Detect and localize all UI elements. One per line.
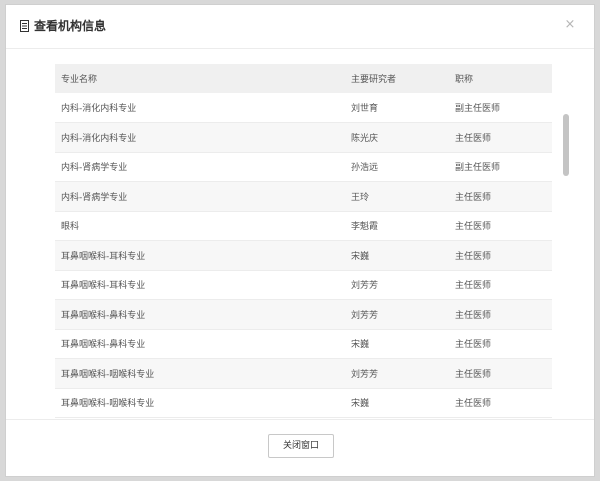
- close-window-button[interactable]: 关闭窗口: [268, 434, 334, 458]
- table-header: 专业名称 主要研究者 职称: [55, 64, 552, 93]
- title-cell: 主任医师: [455, 310, 492, 321]
- major-cell: 耳鼻咽喉科-耳科专业: [61, 281, 146, 292]
- researcher-cell: 刘世育: [351, 104, 379, 114]
- major-cell: 耳鼻咽喉科-鼻科专业: [61, 340, 146, 351]
- title-cell: 主任医师: [455, 192, 492, 203]
- title-cell: 副主任医师: [455, 163, 501, 174]
- major-cell: 耳鼻咽喉科-咽喉科专业: [61, 399, 155, 410]
- table-row: 耳鼻咽喉科-咽喉科专业 刘芳芳 主任医师: [55, 358, 552, 388]
- table-row: 耳鼻咽喉科-咽喉科专业 宋巍 主任医师: [55, 388, 552, 418]
- dialog-footer: 关闭窗口: [6, 419, 594, 477]
- title-cell: 主任医师: [455, 251, 492, 262]
- document-icon: [20, 20, 29, 32]
- table-row: 耳鼻咽喉科-鼻科专业 宋巍 主任医师: [55, 329, 552, 359]
- researcher-cell: 李魁霞: [351, 222, 379, 233]
- title-cell: 主任医师: [455, 133, 492, 144]
- title-cell: 主任医师: [455, 281, 492, 292]
- major-cell: 内科-消化内科专业: [61, 133, 137, 144]
- title-cell: 主任医师: [455, 222, 492, 233]
- major-cell: 耳鼻咽喉科-耳科专业: [61, 251, 146, 262]
- institution-table: 专业名称 主要研究者 职称 内科-消化内科专业 刘世育 副主任医师 内科-消化内科专业…: [55, 64, 552, 418]
- researcher-cell: 王玲: [351, 192, 370, 203]
- column-header-title: 职称: [455, 75, 474, 85]
- column-header-major: 专业名称: [61, 75, 98, 85]
- table-row: 内科-消化内科专业 陈光庆 主任医师: [55, 122, 552, 152]
- major-cell: 耳鼻咽喉科-鼻科专业: [61, 310, 146, 321]
- table-scrollbar[interactable]: [562, 64, 570, 420]
- institution-table-container[interactable]: 专业名称 主要研究者 职称 内科-消化内科专业 刘世育 副主任医师 内科-消化内科专业…: [55, 64, 552, 420]
- table-row: 耳鼻咽喉科-鼻科专业 刘芳芳 主任医师: [55, 299, 552, 329]
- dialog-header: 查看机构信息 ×: [6, 5, 594, 49]
- major-cell: 内科-消化内科专业: [61, 104, 137, 114]
- title-cell: 主任医师: [455, 369, 492, 380]
- major-cell: 耳鼻咽喉科-咽喉科专业: [61, 369, 155, 380]
- view-institution-dialog: 查看机构信息 × 专业名称 主要研究者 职称 内科-消化内科专业 刘世育 副主任医师…: [5, 4, 595, 477]
- title-cell: 主任医师: [455, 399, 492, 410]
- table-row: 内科-肾病学专业 孙浩远 副主任医师: [55, 152, 552, 182]
- major-cell: 眼科: [61, 222, 80, 233]
- column-header-researcher: 主要研究者: [351, 75, 397, 85]
- dialog-title: 查看机构信息: [34, 19, 107, 33]
- table-row: 耳鼻咽喉科-耳科专业 宋巍 主任医师: [55, 240, 552, 270]
- table-row: 耳鼻咽喉科-耳科专业 刘芳芳 主任医师: [55, 270, 552, 300]
- researcher-cell: 宋巍: [351, 251, 370, 262]
- major-cell: 内科-肾病学专业: [61, 192, 128, 203]
- table-row: 内科-肾病学专业 王玲 主任医师: [55, 181, 552, 211]
- researcher-cell: 孙浩远: [351, 163, 379, 174]
- researcher-cell: 刘芳芳: [351, 369, 379, 380]
- researcher-cell: 宋巍: [351, 340, 370, 351]
- table-header-row: 专业名称 主要研究者 职称: [55, 64, 552, 93]
- major-cell: 内科-肾病学专业: [61, 163, 128, 174]
- title-cell: 主任医师: [455, 340, 492, 351]
- table-body: 内科-消化内科专业 刘世育 副主任医师 内科-消化内科专业 陈光庆 主任医师 内科-肾病学专…: [55, 93, 552, 418]
- researcher-cell: 陈光庆: [351, 133, 379, 144]
- scrollbar-thumb[interactable]: [563, 114, 569, 176]
- researcher-cell: 刘芳芳: [351, 310, 379, 321]
- table-row: 眼科 李魁霞 主任医师: [55, 211, 552, 241]
- table-row: 内科-消化内科专业 刘世育 副主任医师: [55, 93, 552, 123]
- title-cell: 副主任医师: [455, 104, 501, 114]
- close-icon[interactable]: ×: [562, 17, 578, 33]
- researcher-cell: 宋巍: [351, 399, 370, 410]
- researcher-cell: 刘芳芳: [351, 281, 379, 292]
